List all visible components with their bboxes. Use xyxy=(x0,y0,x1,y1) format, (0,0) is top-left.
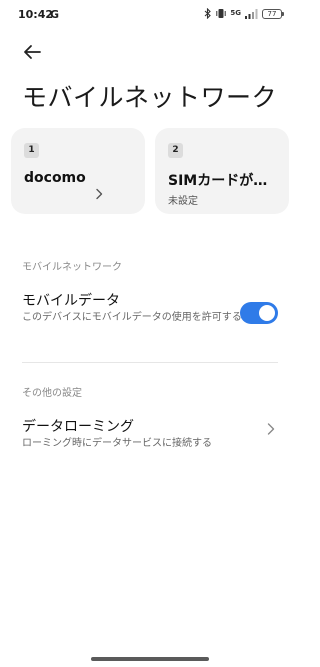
chevron-right-icon xyxy=(267,423,275,435)
mobile-data-description: このデバイスにモバイルデータの使用を許可する xyxy=(22,312,242,323)
sim-card-1[interactable]: 1 docomo xyxy=(11,128,145,214)
network-type-icon: 5G xyxy=(230,9,241,17)
divider xyxy=(22,362,278,363)
mobile-data-title: モバイルデータ xyxy=(22,293,120,309)
toggle-knob xyxy=(259,305,275,321)
data-roaming-description: ローミング時にデータサービスに接続する xyxy=(22,438,212,449)
data-roaming-row[interactable]: データローミング ローミング時にデータサービスに接続する xyxy=(0,412,300,462)
data-roaming-title: データローミング xyxy=(22,419,134,435)
vibrate-icon xyxy=(216,9,227,18)
sim-carrier-name: SIMカードが… xyxy=(168,173,268,189)
status-bar: 10:42 G 5G 77 xyxy=(0,0,300,30)
mobile-data-toggle[interactable] xyxy=(240,302,278,324)
google-app-icon: G xyxy=(50,8,60,21)
battery-icon: 77 xyxy=(262,8,284,19)
status-icons: 5G 77 xyxy=(204,8,284,19)
section-header-mobile-network: モバイルネットワーク xyxy=(22,262,122,273)
signal-icon xyxy=(245,8,258,19)
mobile-data-row[interactable]: モバイルデータ このデバイスにモバイルデータの使用を許可する xyxy=(0,286,300,348)
page-title: モバイルネットワーク xyxy=(22,83,278,112)
chevron-right-icon xyxy=(96,188,103,200)
bluetooth-icon xyxy=(205,8,212,19)
sim-slot-badge: 1 xyxy=(24,143,39,158)
sim-slot-badge: 2 xyxy=(168,143,183,158)
sim-status: 未設定 xyxy=(168,196,198,207)
home-indicator[interactable] xyxy=(91,657,209,661)
back-button[interactable] xyxy=(18,38,46,66)
sim-carrier-name: docomo xyxy=(24,170,86,186)
battery-level: 77 xyxy=(262,8,282,19)
back-arrow-icon xyxy=(24,45,41,59)
sim-card-2[interactable]: 2 SIMカードが… 未設定 xyxy=(155,128,289,214)
section-header-other-settings: その他の設定 xyxy=(22,388,82,399)
status-time: 10:42 xyxy=(18,8,54,21)
